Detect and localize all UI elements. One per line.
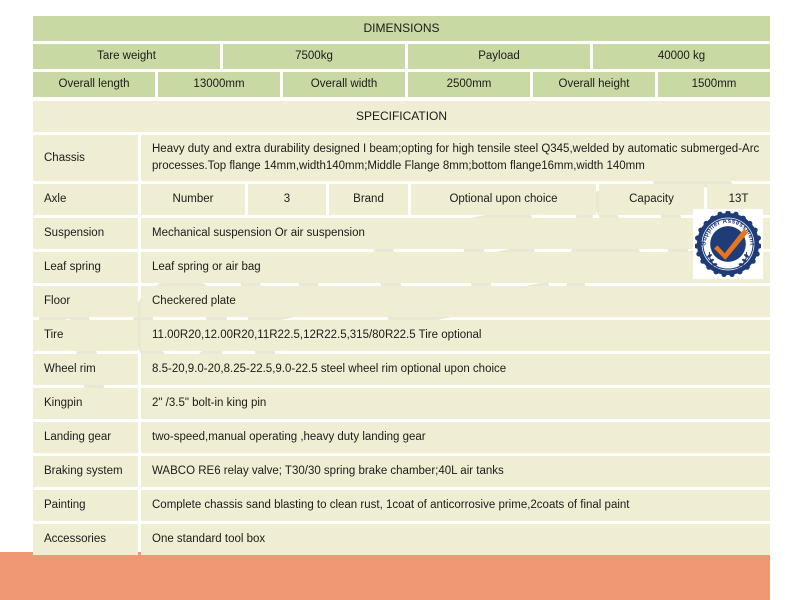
spec-label-painting: Painting (33, 490, 138, 521)
spec-value-accessories: One standard tool box (141, 524, 770, 555)
axle-brand-value: Optional upon choice (411, 184, 596, 215)
axle-number-label: Number (141, 184, 245, 215)
supplier-assessment-badge: Supplier Assessment (693, 209, 763, 279)
spec-label-floor: Floor (33, 286, 138, 317)
spec-value-kingpin: 2" /3.5" bolt-in king pin (141, 388, 770, 419)
spec-row-chassis: Chassis Heavy duty and extra durability … (33, 135, 770, 181)
spec-row-accessories: Accessories One standard tool box (33, 524, 770, 555)
spec-value-tire: 11.00R20,12.00R20,11R22.5,12R22.5,315/80… (141, 320, 770, 351)
specification-table: SPECIFICATION Chassis Heavy duty and ext… (33, 101, 770, 555)
overall-width-label: Overall width (283, 72, 405, 97)
axle-capacity-label: Capacity (599, 184, 704, 215)
spec-value-braking-system: WABCO RE6 relay valve; T30/30 spring bra… (141, 456, 770, 487)
spec-value-chassis: Heavy duty and extra durability designed… (141, 135, 770, 181)
spec-row-leaf-spring: Leaf spring Leaf spring or air bag (33, 252, 770, 283)
spec-value-leaf-spring: Leaf spring or air bag (141, 252, 770, 283)
dimensions-table: DIMENSIONS Tare weight 7500kg Payload 40… (33, 16, 770, 97)
footer-bar (0, 552, 770, 600)
spec-value-suspension: Mechanical suspension Or air suspension (141, 218, 770, 249)
supplier-assessment-seal-icon: Supplier Assessment (695, 211, 761, 277)
spec-label-wheel-rim: Wheel rim (33, 354, 138, 385)
spec-row-wheel-rim: Wheel rim 8.5-20,9.0-20,8.25-22.5,9.0-22… (33, 354, 770, 385)
spec-row-landing-gear: Landing gear two-speed,manual operating … (33, 422, 770, 453)
spec-label-tire: Tire (33, 320, 138, 351)
spec-label-kingpin: Kingpin (33, 388, 138, 419)
tare-weight-label: Tare weight (33, 44, 220, 69)
spec-row-suspension: Suspension Mechanical suspension Or air … (33, 218, 770, 249)
spec-label-axle: Axle (33, 184, 138, 215)
spec-row-braking-system: Braking system WABCO RE6 relay valve; T3… (33, 456, 770, 487)
spec-row-painting: Painting Complete chassis sand blasting … (33, 490, 770, 521)
dimensions-header-row: DIMENSIONS (33, 16, 770, 41)
spec-label-leaf-spring: Leaf spring (33, 252, 138, 283)
spec-row-axle: Axle Number 3 Brand Optional upon choice… (33, 184, 770, 215)
overall-height-label: Overall height (533, 72, 655, 97)
spec-label-suspension: Suspension (33, 218, 138, 249)
dimensions-row-2: Overall length 13000mm Overall width 250… (33, 72, 770, 97)
tare-weight-value: 7500kg (223, 44, 405, 69)
spec-label-braking-system: Braking system (33, 456, 138, 487)
spec-value-landing-gear: two-speed,manual operating ,heavy duty l… (141, 422, 770, 453)
overall-height-value: 1500mm (658, 72, 770, 97)
specification-title: SPECIFICATION (33, 101, 770, 132)
overall-width-value: 2500mm (408, 72, 530, 97)
spec-value-floor: Checkered plate (141, 286, 770, 317)
overall-length-value: 13000mm (158, 72, 280, 97)
payload-value: 40000 kg (593, 44, 770, 69)
spec-row-floor: Floor Checkered plate (33, 286, 770, 317)
dimensions-row-1: Tare weight 7500kg Payload 40000 kg (33, 44, 770, 69)
spec-row-tire: Tire 11.00R20,12.00R20,11R22.5,12R22.5,3… (33, 320, 770, 351)
spec-label-landing-gear: Landing gear (33, 422, 138, 453)
spec-row-kingpin: Kingpin 2" /3.5" bolt-in king pin (33, 388, 770, 419)
axle-number-value: 3 (248, 184, 326, 215)
spec-value-wheel-rim: 8.5-20,9.0-20,8.25-22.5,9.0-22.5 steel w… (141, 354, 770, 385)
spec-value-painting: Complete chassis sand blasting to clean … (141, 490, 770, 521)
overall-length-label: Overall length (33, 72, 155, 97)
spec-label-chassis: Chassis (33, 135, 138, 181)
axle-brand-label: Brand (329, 184, 408, 215)
payload-label: Payload (408, 44, 590, 69)
dimensions-title: DIMENSIONS (33, 16, 770, 41)
spec-label-accessories: Accessories (33, 524, 138, 555)
specification-header-row: SPECIFICATION (33, 101, 770, 132)
